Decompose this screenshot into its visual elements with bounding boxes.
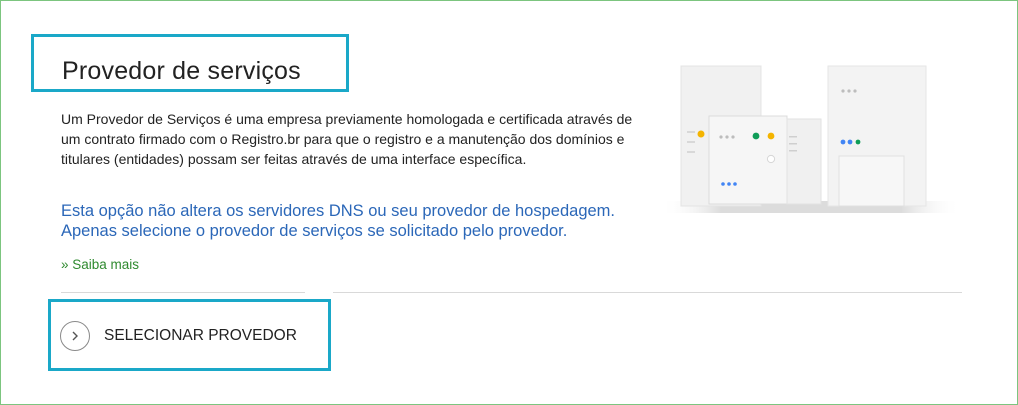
chevron-right-icon bbox=[60, 321, 90, 351]
divider bbox=[61, 292, 305, 293]
content-panel: Provedor de serviços Um Provedor de Serv… bbox=[0, 0, 1018, 405]
learn-more-link[interactable]: » Saiba mais bbox=[61, 257, 139, 272]
servers-illustration bbox=[661, 65, 961, 213]
select-provider-label: SELECIONAR PROVEDOR bbox=[104, 327, 297, 344]
divider bbox=[333, 292, 962, 293]
service-provider-description: Um Provedor de Serviços é uma empresa pr… bbox=[61, 111, 633, 167]
page-title: Provedor de serviços bbox=[62, 57, 301, 85]
select-provider-button[interactable]: SELECIONAR PROVEDOR bbox=[60, 319, 297, 353]
dns-notice-text: Esta opção não altera os servidores DNS … bbox=[61, 202, 615, 240]
